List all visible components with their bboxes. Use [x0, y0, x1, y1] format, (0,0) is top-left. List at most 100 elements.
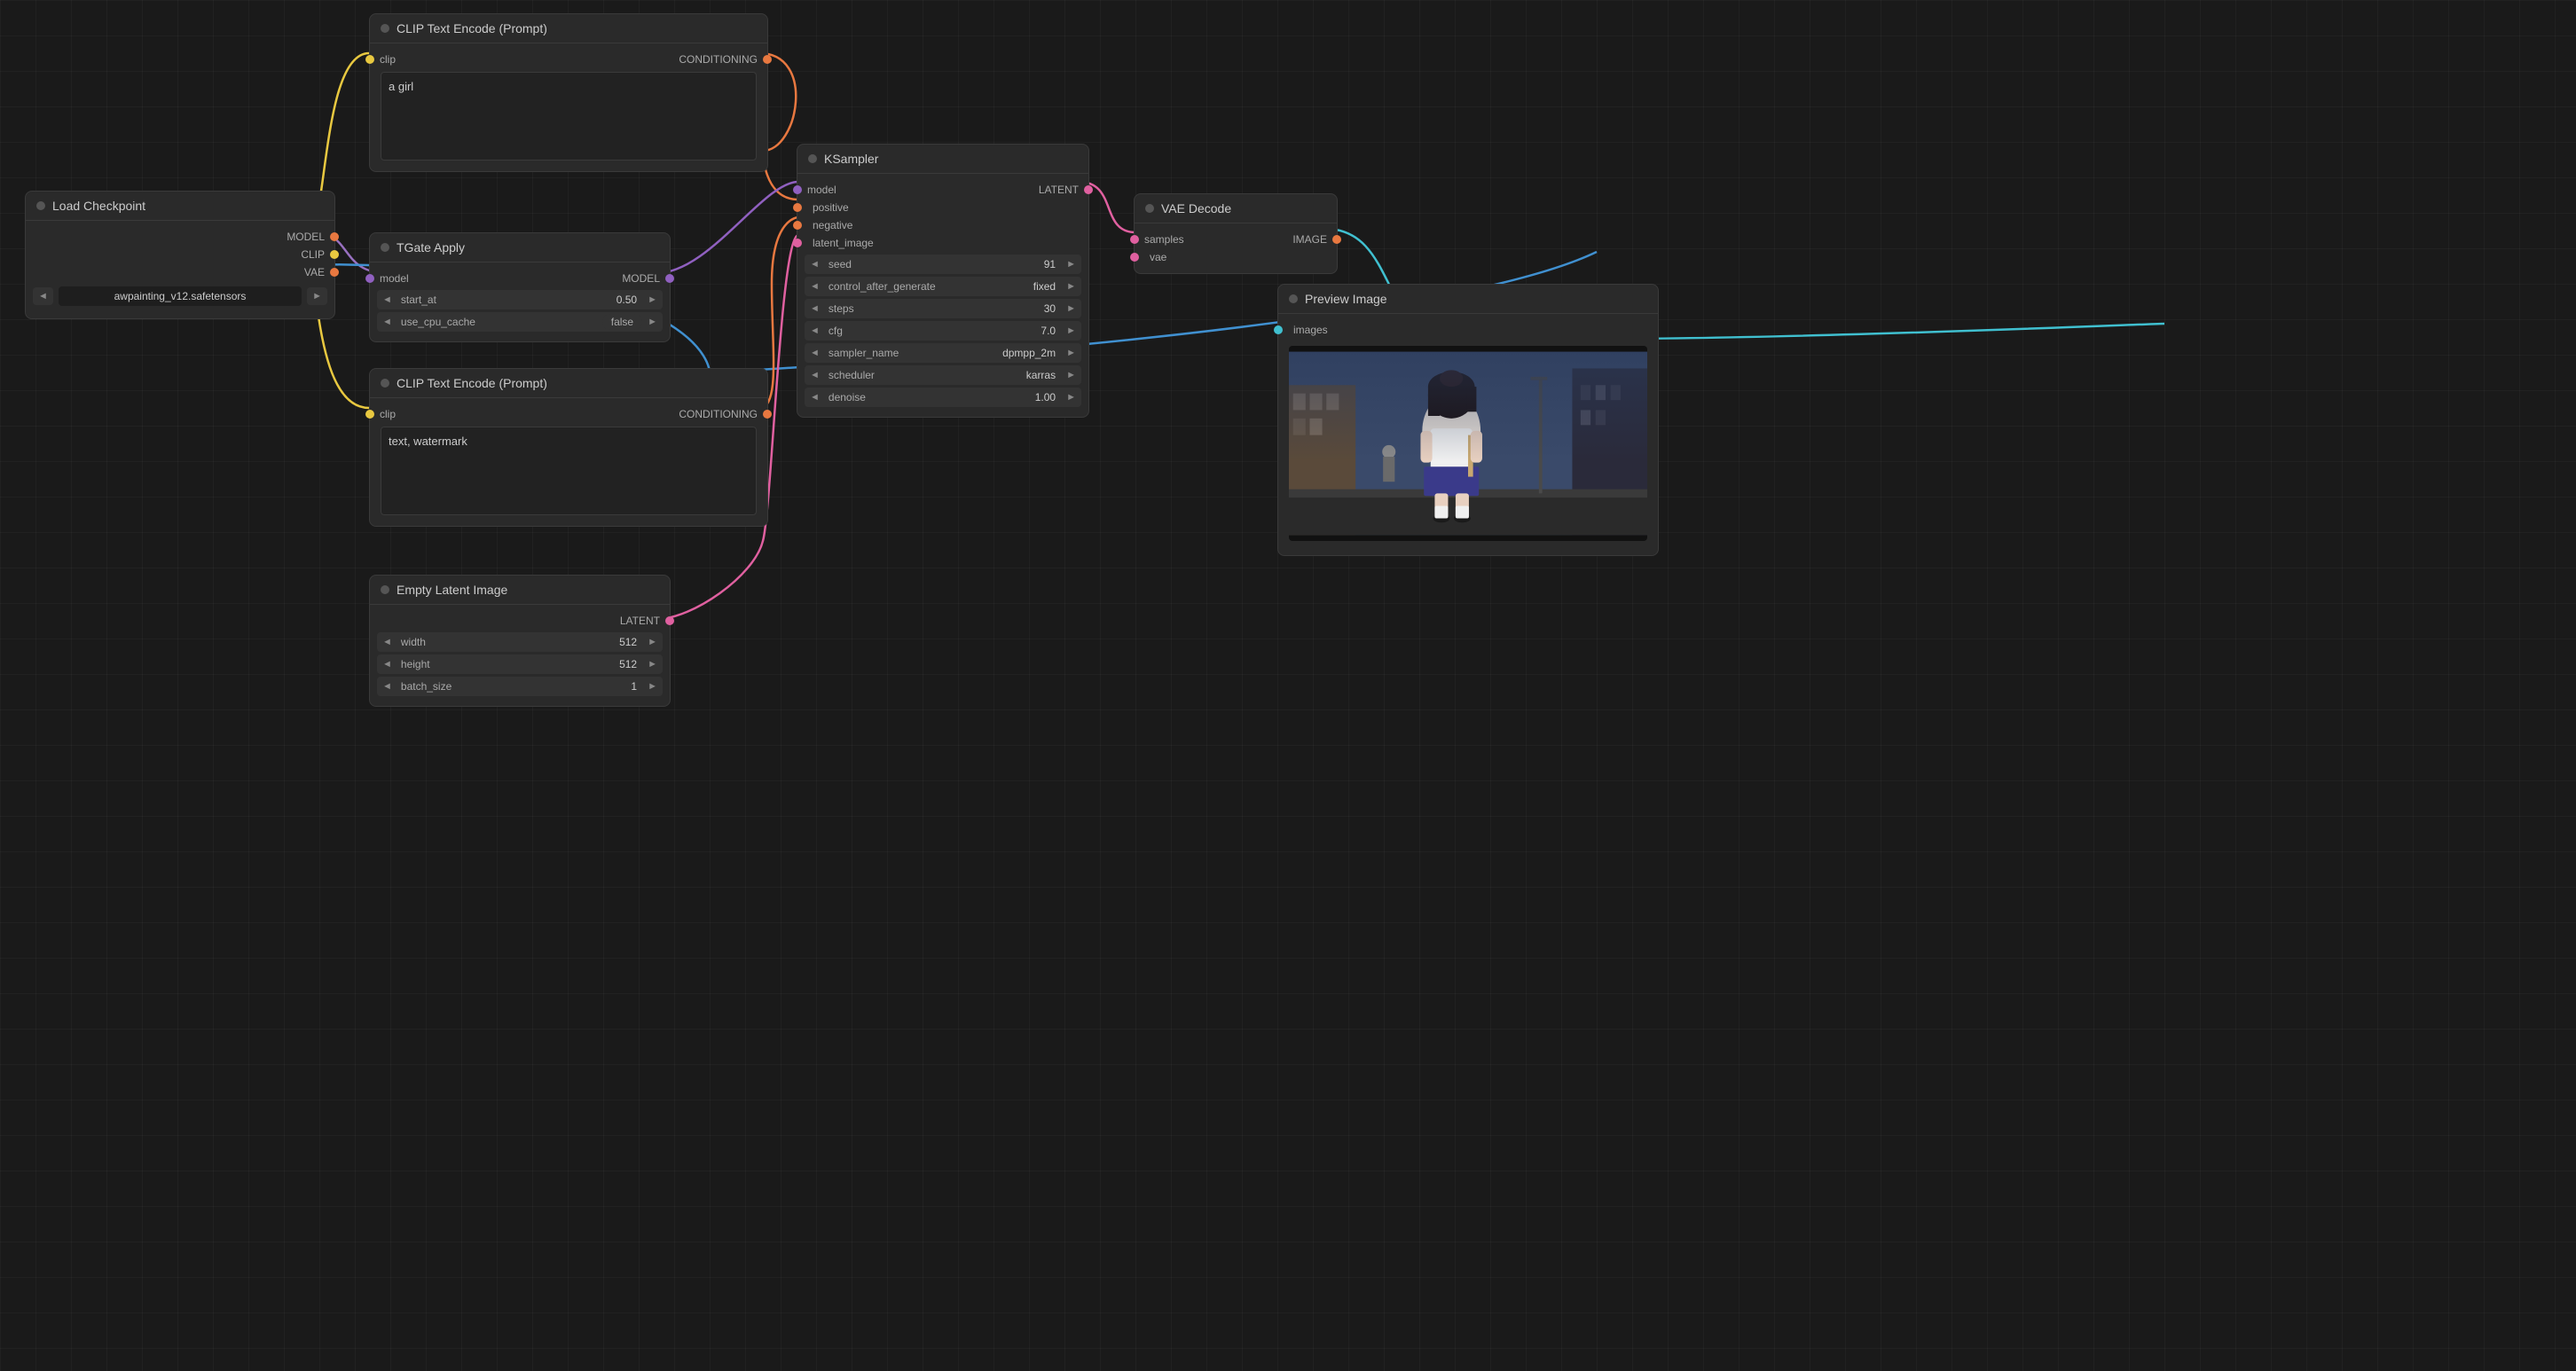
clip-text-negative-node: CLIP Text Encode (Prompt) clip CONDITION…	[369, 368, 768, 527]
width-arrow-left[interactable]: ◄	[377, 634, 397, 650]
cfg-arrow-right[interactable]: ►	[1061, 323, 1081, 339]
empty-latent-node: Empty Latent Image LATENT ◄ width 512 ► …	[369, 575, 671, 707]
width-param: ◄ width 512 ►	[377, 632, 663, 652]
height-arrow-left[interactable]: ◄	[377, 656, 397, 672]
node-status-indicator	[1289, 294, 1298, 303]
neg-conditioning-out-dot	[763, 410, 772, 419]
start-at-arrow-right[interactable]: ►	[642, 292, 663, 308]
tgate-model-ports: model MODEL	[370, 270, 670, 287]
clip-text-positive-title: CLIP Text Encode (Prompt)	[397, 21, 547, 35]
clip-text-positive-header: CLIP Text Encode (Prompt)	[370, 14, 767, 43]
sampler-name-param: ◄ sampler_name dpmpp_2m ►	[805, 343, 1081, 363]
node-status-indicator	[36, 201, 45, 210]
cfg-param: ◄ cfg 7.0 ►	[805, 321, 1081, 341]
preview-image-display	[1289, 346, 1647, 541]
negative-prompt-text[interactable]: text, watermark	[381, 427, 757, 515]
k-model-in-dot	[793, 185, 802, 194]
node-status-indicator	[808, 154, 817, 163]
ckpt-value: awpainting_v12.safetensors	[59, 286, 302, 306]
empty-latent-header: Empty Latent Image	[370, 576, 670, 605]
start-at-param: ◄ start_at 0.50 ►	[377, 290, 663, 309]
batch-arrow-right[interactable]: ►	[642, 678, 663, 694]
use-cpu-cache-param: ◄ use_cpu_cache false ►	[377, 312, 663, 332]
model-output-port: MODEL	[26, 228, 334, 246]
clip-text-negative-header: CLIP Text Encode (Prompt)	[370, 369, 767, 398]
start-at-arrow-left[interactable]: ◄	[377, 292, 397, 308]
vae-decode-header: VAE Decode	[1135, 194, 1337, 223]
height-param: ◄ height 512 ►	[377, 654, 663, 674]
model-dot	[330, 232, 339, 241]
clip-in-dot	[365, 55, 374, 64]
vae-output-port: VAE	[26, 263, 334, 281]
load-checkpoint-title: Load Checkpoint	[52, 199, 145, 213]
k-latent-out-dot	[1084, 185, 1093, 194]
preview-image-node: Preview Image images	[1277, 284, 1659, 556]
clip-text-negative-title: CLIP Text Encode (Prompt)	[397, 376, 547, 390]
latent-out-dot	[665, 616, 674, 625]
clip-dot	[330, 250, 339, 259]
sampler-arrow-left[interactable]: ◄	[805, 345, 825, 361]
seed-param: ◄ seed 91 ►	[805, 255, 1081, 274]
vae-decode-node: VAE Decode samples IMAGE vae	[1134, 193, 1338, 274]
vae-samples-in-dot	[1130, 235, 1139, 244]
batch-size-param: ◄ batch_size 1 ►	[377, 677, 663, 696]
node-status-indicator	[381, 243, 389, 252]
preview-image-header: Preview Image	[1278, 285, 1658, 314]
ckpt-name-row: ◄ awpainting_v12.safetensors ►	[33, 286, 327, 306]
steps-arrow-left[interactable]: ◄	[805, 301, 825, 317]
preview-images-port: images	[1278, 321, 1658, 339]
cpu-cache-arrow-left[interactable]: ◄	[377, 314, 397, 330]
vae-dot	[330, 268, 339, 277]
control-arrow-left[interactable]: ◄	[805, 278, 825, 294]
ksampler-title: KSampler	[824, 152, 878, 166]
scheduler-param: ◄ scheduler karras ►	[805, 365, 1081, 385]
ckpt-arrow-right[interactable]: ►	[307, 287, 327, 305]
node-status-indicator	[381, 585, 389, 594]
clip-conditioning-ports: clip CONDITIONING	[370, 51, 767, 68]
node-status-indicator	[381, 379, 389, 388]
vae-decode-title: VAE Decode	[1161, 201, 1231, 215]
vae-image-out-dot	[1332, 235, 1341, 244]
seed-arrow-left[interactable]: ◄	[805, 256, 825, 272]
clip-output-port: CLIP	[26, 246, 334, 263]
height-arrow-right[interactable]: ►	[642, 656, 663, 672]
steps-arrow-right[interactable]: ►	[1061, 301, 1081, 317]
load-checkpoint-header: Load Checkpoint	[26, 192, 334, 221]
control-arrow-right[interactable]: ►	[1061, 278, 1081, 294]
ksampler-model-latent-ports: model LATENT	[797, 181, 1088, 199]
width-arrow-right[interactable]: ►	[642, 634, 663, 650]
tgate-apply-node: TGate Apply model MODEL ◄ start_at 0.50 …	[369, 232, 671, 342]
denoise-param: ◄ denoise 1.00 ►	[805, 388, 1081, 407]
denoise-arrow-right[interactable]: ►	[1061, 389, 1081, 405]
tgate-apply-header: TGate Apply	[370, 233, 670, 262]
tgate-apply-title: TGate Apply	[397, 240, 465, 255]
cfg-arrow-left[interactable]: ◄	[805, 323, 825, 339]
batch-arrow-left[interactable]: ◄	[377, 678, 397, 694]
control-after-generate-param: ◄ control_after_generate fixed ►	[805, 277, 1081, 296]
node-status-indicator	[381, 24, 389, 33]
k-negative-dot	[793, 221, 802, 230]
load-checkpoint-node: Load Checkpoint MODEL CLIP VAE ◄ awpaint…	[25, 191, 335, 319]
preview-image-title: Preview Image	[1305, 292, 1387, 306]
seed-arrow-right[interactable]: ►	[1061, 256, 1081, 272]
neg-clip-in-dot	[365, 410, 374, 419]
sampler-arrow-right[interactable]: ►	[1061, 345, 1081, 361]
k-latent-in-dot	[793, 239, 802, 247]
positive-prompt-text[interactable]: a girl	[381, 72, 757, 161]
denoise-arrow-left[interactable]: ◄	[805, 389, 825, 405]
ksampler-latent-port: latent_image	[797, 234, 1088, 252]
steps-param: ◄ steps 30 ►	[805, 299, 1081, 318]
scheduler-arrow-left[interactable]: ◄	[805, 367, 825, 383]
ksampler-positive-port: positive	[797, 199, 1088, 216]
conditioning-out-dot	[763, 55, 772, 64]
ckpt-arrow-left[interactable]: ◄	[33, 287, 53, 305]
clip-text-positive-node: CLIP Text Encode (Prompt) clip CONDITION…	[369, 13, 768, 172]
tgate-model-out-dot	[665, 274, 674, 283]
ksampler-negative-port: negative	[797, 216, 1088, 234]
cpu-cache-arrow-right[interactable]: ►	[642, 314, 663, 330]
ksampler-header: KSampler	[797, 145, 1088, 174]
vae-decode-samples-image-ports: samples IMAGE	[1135, 231, 1337, 248]
latent-out-port: LATENT	[370, 612, 670, 630]
k-positive-dot	[793, 203, 802, 212]
scheduler-arrow-right[interactable]: ►	[1061, 367, 1081, 383]
